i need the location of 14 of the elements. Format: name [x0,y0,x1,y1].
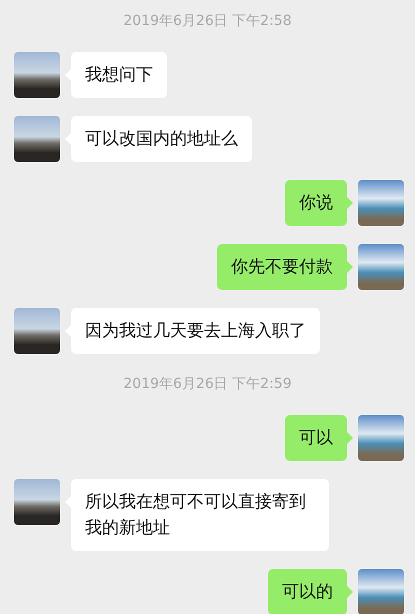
message-bubble: 我想问下 [71,52,167,98]
avatar-photo-placeholder[interactable] [14,479,60,525]
avatar-photo-placeholder[interactable] [14,52,60,98]
avatar-photo-placeholder[interactable] [14,116,60,162]
message-bubble: 所以我在想可不可以直接寄到我的新地址 [71,479,329,551]
message-bubble: 可以 [285,415,347,461]
message-bubble: 可以改国内的地址么 [71,116,252,162]
timestamp: 2019年6月26日 下午2:59 [122,375,293,394]
avatar-photo-placeholder[interactable] [14,308,60,354]
timestamp: 2019年6月26日 下午2:58 [122,12,293,31]
message-bubble: 你先不要付款 [217,244,347,290]
message-bubble: 你说 [285,180,347,226]
message-bubble: 可以的 [268,569,347,614]
message-bubble: 因为我过几天要去上海入职了 [71,308,320,354]
